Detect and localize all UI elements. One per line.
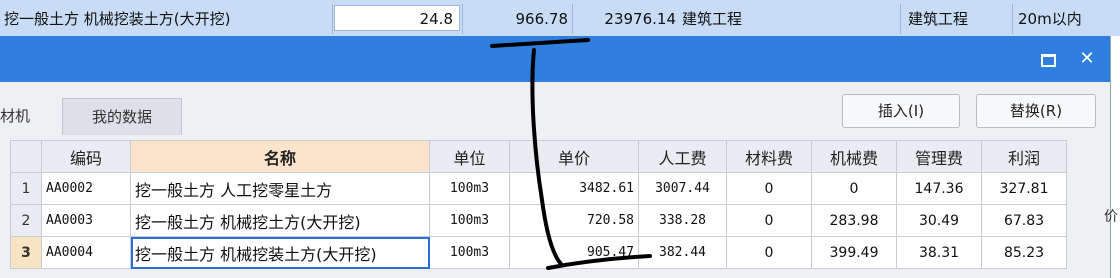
edge-text: 价: [1104, 209, 1118, 225]
cell-management[interactable]: 147.36: [896, 172, 982, 205]
table-row-selected[interactable]: 3 AA0004 挖一般土方 机械挖装土方(大开挖) 100m3 905.47 …: [10, 236, 1067, 269]
background-row: 挖一般土方 机械挖装土方(大开挖) 24.8 966.78 23976.14 建…: [0, 0, 1120, 36]
header-profit[interactable]: 利润: [981, 140, 1067, 173]
table-header-row: 编码 名称 单位 单价 人工费 材料费 机械费 管理费 利润: [10, 140, 1067, 173]
bg-category2-cell[interactable]: 建筑工程: [908, 6, 1008, 32]
table-row[interactable]: 1 AA0002 挖一般土方 人工挖零星土方 100m3 3482.61 300…: [10, 172, 1067, 205]
insert-button[interactable]: 插入(I): [842, 94, 960, 128]
header-rownum: [10, 140, 42, 173]
cell-name[interactable]: 挖一般土方 人工挖零星土方: [130, 172, 430, 205]
header-name[interactable]: 名称: [130, 140, 430, 173]
cell-profit[interactable]: 67.83: [981, 204, 1067, 237]
maximize-button[interactable]: [1035, 46, 1061, 72]
close-button[interactable]: ✕: [1074, 46, 1100, 72]
header-material[interactable]: 材料费: [726, 140, 812, 173]
row-number[interactable]: 3: [10, 236, 42, 269]
cell-code[interactable]: AA0004: [41, 236, 131, 269]
cell-unit[interactable]: 100m3: [429, 236, 510, 269]
header-management[interactable]: 管理费: [896, 140, 982, 173]
cell-name[interactable]: 挖一般土方 机械挖土方(大开挖): [130, 204, 430, 237]
cell-machine[interactable]: 0: [811, 172, 897, 205]
cell-material[interactable]: 0: [726, 236, 812, 269]
bg-total-cell[interactable]: 23976.14: [572, 6, 676, 32]
cell-material[interactable]: 0: [726, 172, 812, 205]
header-price[interactable]: 单价: [509, 140, 639, 173]
row-number[interactable]: 2: [10, 204, 42, 237]
replace-button[interactable]: 替换(R): [976, 94, 1096, 128]
bg-range-cell[interactable]: 20m以内: [1018, 6, 1120, 32]
header-labor[interactable]: 人工费: [638, 140, 727, 173]
header-machine[interactable]: 机械费: [811, 140, 897, 173]
close-icon: ✕: [1079, 48, 1095, 69]
cell-management[interactable]: 38.31: [896, 236, 982, 269]
cell-profit[interactable]: 327.81: [981, 172, 1067, 205]
cell-labor[interactable]: 382.44: [638, 236, 727, 269]
cell-machine[interactable]: 283.98: [811, 204, 897, 237]
bg-category1-cell[interactable]: 建筑工程: [682, 6, 892, 32]
cell-code[interactable]: AA0003: [41, 204, 131, 237]
cell-price[interactable]: 905.47: [509, 236, 639, 269]
cell-management[interactable]: 30.49: [896, 204, 982, 237]
bg-quantity-input[interactable]: 24.8: [334, 5, 460, 31]
item-table: 编码 名称 单位 单价 人工费 材料费 机械费 管理费 利润 1 AA0002 …: [10, 140, 1067, 269]
select-item-dialog: ✕ 材机 我的数据 插入(I) 替换(R) 编码 名称 单位 单价 人工费 材料…: [0, 36, 1118, 278]
cell-code[interactable]: AA0002: [41, 172, 131, 205]
maximize-icon: [1040, 54, 1056, 67]
cell-profit[interactable]: 85.23: [981, 236, 1067, 269]
cell-labor[interactable]: 3007.44: [638, 172, 727, 205]
cell-labor[interactable]: 338.28: [638, 204, 727, 237]
bg-separator: [332, 4, 333, 34]
cell-machine[interactable]: 399.49: [811, 236, 897, 269]
tab-my-data[interactable]: 我的数据: [62, 98, 182, 135]
cell-name-active[interactable]: 挖一般土方 机械挖装土方(大开挖): [130, 236, 430, 269]
header-code[interactable]: 编码: [41, 140, 131, 173]
table-row[interactable]: 2 AA0003 挖一般土方 机械挖土方(大开挖) 100m3 720.58 3…: [10, 204, 1067, 237]
cell-unit[interactable]: 100m3: [429, 204, 510, 237]
cell-price[interactable]: 3482.61: [509, 172, 639, 205]
row-number[interactable]: 1: [10, 172, 42, 205]
tab-materials-machines[interactable]: 材机: [0, 98, 50, 134]
cell-unit[interactable]: 100m3: [429, 172, 510, 205]
cell-material[interactable]: 0: [726, 204, 812, 237]
header-unit[interactable]: 单位: [429, 140, 510, 173]
cell-price[interactable]: 720.58: [509, 204, 639, 237]
bg-separator: [900, 4, 901, 34]
bg-separator: [1012, 4, 1013, 34]
dialog-titlebar[interactable]: ✕: [0, 36, 1110, 82]
bg-price-cell[interactable]: 966.78: [462, 6, 569, 32]
bg-name-cell[interactable]: 挖一般土方 机械挖装土方(大开挖): [4, 6, 330, 32]
